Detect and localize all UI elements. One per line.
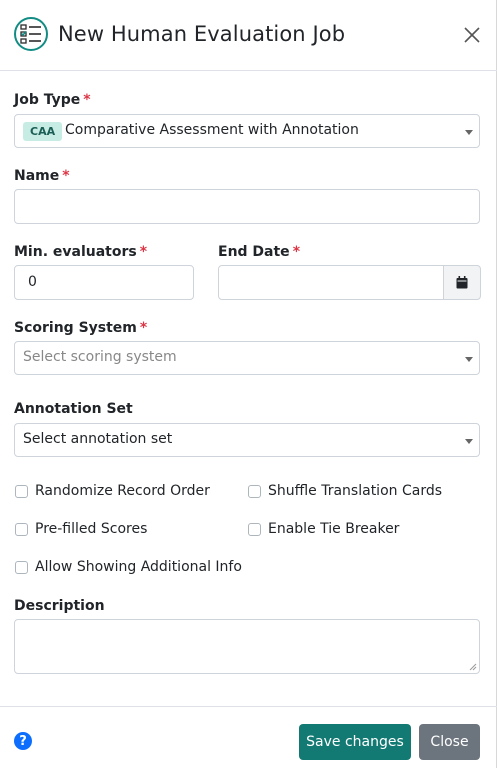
help-icon[interactable]: ? — [14, 732, 32, 750]
allow-additional-info-label[interactable]: Allow Showing Additional Info — [35, 559, 242, 575]
job-type-badge: CAA — [23, 122, 63, 141]
prefilled-scores-label[interactable]: Pre-filled Scores — [35, 521, 147, 537]
enable-tie-breaker-checkbox[interactable] — [248, 523, 261, 536]
scoring-system-placeholder: Select scoring system — [23, 349, 177, 365]
close-button[interactable]: Close — [419, 724, 480, 760]
chevron-down-icon — [465, 439, 473, 444]
modal-footer: ? Save changes Close — [0, 706, 497, 768]
checklist-icon — [14, 17, 48, 51]
scoring-system-label: Scoring System * — [14, 320, 148, 336]
allow-additional-info-checkbox[interactable] — [15, 561, 28, 574]
save-changes-button[interactable]: Save changes — [299, 724, 411, 760]
min-evaluators-label: Min. evaluators * — [14, 244, 148, 260]
min-evaluators-input[interactable]: 0 — [14, 265, 194, 300]
scoring-system-select[interactable]: Select scoring system — [14, 341, 480, 375]
calendar-icon[interactable] — [443, 265, 481, 300]
job-type-label: Job Type * — [14, 92, 91, 108]
modal-header: New Human Evaluation Job — [0, 0, 497, 71]
randomize-record-order-checkbox[interactable] — [15, 485, 28, 498]
end-date-label: End Date * — [218, 244, 301, 260]
description-label: Description — [14, 598, 105, 614]
description-textarea[interactable] — [14, 619, 480, 674]
prefilled-scores-checkbox[interactable] — [15, 523, 28, 536]
annotation-set-label: Annotation Set — [14, 401, 133, 417]
shuffle-translation-cards-label[interactable]: Shuffle Translation Cards — [268, 483, 442, 499]
min-evaluators-value: 0 — [28, 274, 37, 290]
name-input[interactable] — [14, 189, 480, 224]
close-icon[interactable] — [462, 25, 482, 45]
annotation-set-select[interactable]: Select annotation set — [14, 423, 480, 457]
shuffle-translation-cards-checkbox[interactable] — [248, 485, 261, 498]
enable-tie-breaker-label[interactable]: Enable Tie Breaker — [268, 521, 399, 537]
modal-title: New Human Evaluation Job — [58, 22, 346, 46]
resize-handle-icon[interactable] — [469, 663, 477, 671]
name-label: Name * — [14, 168, 70, 184]
chevron-down-icon — [465, 357, 473, 362]
job-type-select[interactable]: CAA Comparative Assessment with Annotati… — [14, 114, 480, 148]
job-type-value: Comparative Assessment with Annotation — [65, 122, 359, 138]
randomize-record-order-label[interactable]: Randomize Record Order — [35, 483, 210, 499]
new-job-modal: New Human Evaluation Job Job Type * CAA C… — [0, 0, 497, 768]
annotation-set-value: Select annotation set — [23, 431, 173, 447]
chevron-down-icon — [465, 130, 473, 135]
end-date-input[interactable] — [218, 265, 481, 300]
